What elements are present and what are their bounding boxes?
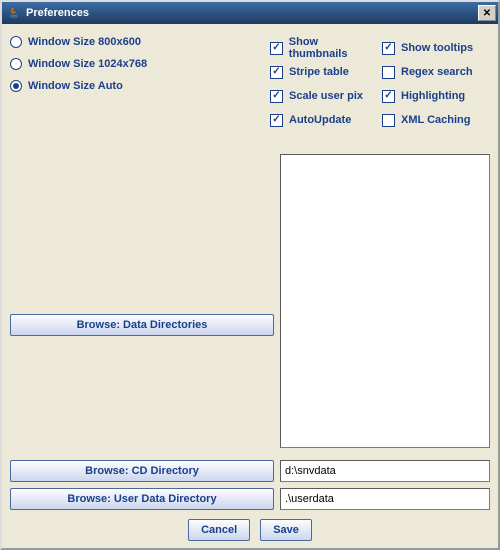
radio-window-800[interactable]: Window Size 800x600: [10, 36, 270, 48]
checkbox-label: Highlighting: [401, 90, 465, 102]
checkbox-icon: [270, 66, 283, 79]
radio-window-1024[interactable]: Window Size 1024x768: [10, 58, 270, 70]
radio-label: Window Size Auto: [28, 80, 123, 92]
cd-directory-row: Browse: CD Directory d:\snvdata: [10, 460, 490, 484]
radio-label: Window Size 1024x768: [28, 58, 147, 70]
data-directories-list[interactable]: [280, 154, 490, 448]
button-label: Cancel: [201, 524, 237, 536]
check-show-thumbnails[interactable]: Show thumbnails: [270, 36, 378, 60]
check-show-tooltips[interactable]: Show tooltips: [382, 36, 490, 60]
checkbox-label: Show tooltips: [401, 42, 473, 54]
browse-user-data-directory-button[interactable]: Browse: User Data Directory: [10, 488, 274, 510]
checkbox-label: Stripe table: [289, 66, 349, 78]
window-title: Preferences: [26, 7, 478, 19]
radio-icon: [10, 58, 22, 70]
checkbox-label: Regex search: [401, 66, 473, 78]
top-options: Window Size 800x600 Window Size 1024x768…: [10, 32, 490, 132]
preferences-window: Preferences ✕ Window Size 800x600 Window…: [0, 0, 500, 550]
check-highlighting[interactable]: Highlighting: [382, 84, 490, 108]
check-regex-search[interactable]: Regex search: [382, 60, 490, 84]
checkbox-label: Show thumbnails: [289, 36, 378, 60]
cd-directory-field[interactable]: d:\snvdata: [280, 460, 490, 482]
checkbox-icon: [382, 42, 395, 55]
user-data-directory-field[interactable]: .\userdata: [280, 488, 490, 510]
button-label: Browse: User Data Directory: [67, 493, 216, 505]
checkbox-label: Scale user pix: [289, 90, 363, 102]
close-icon: ✕: [483, 8, 491, 19]
cancel-button[interactable]: Cancel: [188, 519, 250, 541]
checkbox-icon: [270, 42, 283, 55]
checkbox-icon: [382, 90, 395, 103]
checkbox-icon: [270, 114, 283, 127]
checkbox-icon: [270, 90, 283, 103]
browse-cd-directory-button[interactable]: Browse: CD Directory: [10, 460, 274, 482]
checkbox-icon: [382, 66, 395, 79]
checkbox-grid: Show thumbnails Show tooltips Stripe tab…: [270, 32, 490, 132]
button-label: Save: [273, 524, 299, 536]
button-label: Browse: CD Directory: [85, 465, 199, 477]
field-value: .\userdata: [285, 493, 334, 505]
check-stripe-table[interactable]: Stripe table: [270, 60, 378, 84]
browse-data-directories-button[interactable]: Browse: Data Directories: [10, 314, 274, 336]
save-button[interactable]: Save: [260, 519, 312, 541]
checkbox-label: XML Caching: [401, 114, 470, 126]
window-size-radios: Window Size 800x600 Window Size 1024x768…: [10, 32, 270, 132]
field-value: d:\snvdata: [285, 465, 336, 477]
check-scale-user-pix[interactable]: Scale user pix: [270, 84, 378, 108]
titlebar: Preferences ✕: [2, 2, 498, 24]
user-data-directory-row: Browse: User Data Directory .\userdata: [10, 488, 490, 512]
check-xml-caching[interactable]: XML Caching: [382, 108, 490, 132]
content-area: Window Size 800x600 Window Size 1024x768…: [2, 24, 498, 548]
radio-window-auto[interactable]: Window Size Auto: [10, 80, 270, 92]
close-button[interactable]: ✕: [478, 5, 496, 21]
dialog-buttons: Cancel Save: [2, 516, 498, 544]
button-label: Browse: Data Directories: [77, 319, 208, 331]
radio-icon: [10, 80, 22, 92]
java-icon: [6, 5, 22, 21]
checkbox-icon: [382, 114, 395, 127]
radio-icon: [10, 36, 22, 48]
checkbox-label: AutoUpdate: [289, 114, 351, 126]
radio-label: Window Size 800x600: [28, 36, 141, 48]
check-autoupdate[interactable]: AutoUpdate: [270, 108, 378, 132]
